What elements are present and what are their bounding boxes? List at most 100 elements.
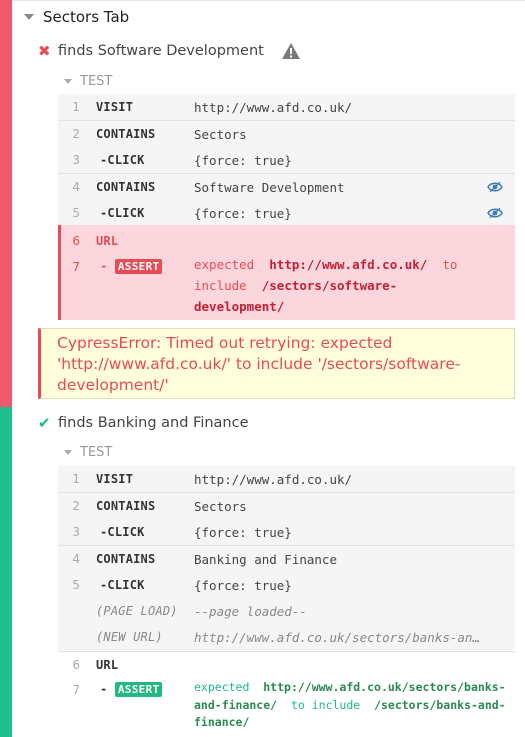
command-name: -CLICK bbox=[100, 153, 145, 167]
top-border bbox=[0, 0, 525, 1]
command-number: 5 bbox=[72, 206, 80, 220]
command-name: CONTAINS bbox=[96, 499, 156, 513]
command-row[interactable]: 1 VISIT http://www.afd.co.uk/ bbox=[58, 466, 515, 492]
caret-down-icon bbox=[64, 78, 72, 84]
assert-text: to include bbox=[290, 697, 361, 712]
assert-text: include bbox=[194, 278, 247, 293]
command-row[interactable]: 6 URL bbox=[58, 651, 515, 678]
command-row[interactable]: 5 -CLICK {force: true} bbox=[58, 572, 515, 598]
command-message: {force: true} bbox=[194, 578, 292, 593]
test-title-failed[interactable]: ✖ finds Software Development bbox=[38, 41, 301, 61]
command-name: (PAGE LOAD) bbox=[96, 604, 178, 618]
test-section-header[interactable]: TEST bbox=[64, 444, 112, 460]
command-name: - ASSERT bbox=[100, 259, 163, 274]
command-message: --page loaded-- bbox=[194, 604, 307, 619]
command-row[interactable]: 2 CONTAINS Sectors bbox=[58, 492, 515, 519]
command-row-new-url[interactable]: (NEW URL) http://www.afd.co.uk/sectors/b… bbox=[58, 624, 515, 650]
command-name: VISIT bbox=[96, 100, 134, 114]
command-prefix: - bbox=[100, 259, 108, 273]
failed-state-stripe bbox=[0, 0, 12, 407]
command-number: 7 bbox=[72, 683, 80, 697]
warning-icon bbox=[281, 43, 300, 59]
assert-message: expected http://www.afd.co.uk/ to includ… bbox=[194, 254, 457, 317]
assert-badge: ASSERT bbox=[114, 259, 163, 274]
command-number: 2 bbox=[72, 499, 80, 513]
test-title-passed[interactable]: ✔ finds Banking and Finance bbox=[38, 413, 249, 433]
command-row[interactable]: 4 CONTAINS Software Development bbox=[58, 173, 515, 200]
command-row[interactable]: 3 -CLICK {force: true} bbox=[58, 519, 515, 545]
assert-value: /sectors/software- bbox=[261, 278, 398, 293]
assert-value: http://www.afd.co.uk/ bbox=[269, 257, 428, 272]
eye-icon[interactable] bbox=[487, 181, 503, 193]
command-number: 6 bbox=[72, 658, 80, 672]
assert-text: expected bbox=[194, 257, 255, 272]
test-title-text: finds Software Development bbox=[58, 43, 264, 59]
assert-value: development/ bbox=[194, 299, 285, 314]
command-row[interactable]: 6 URL bbox=[58, 228, 515, 254]
command-number: 5 bbox=[72, 578, 80, 592]
command-name: (NEW URL) bbox=[96, 630, 163, 644]
command-number: 6 bbox=[72, 234, 80, 248]
assert-value: and-finance/ bbox=[194, 697, 278, 712]
assert-text: expected bbox=[194, 680, 250, 694]
command-name: -CLICK bbox=[100, 206, 145, 220]
assert-value: /sectors/banks-and- bbox=[374, 697, 506, 712]
command-message: {force: true} bbox=[194, 525, 292, 540]
error-text: CypressError: Timed out retrying: expect… bbox=[57, 334, 461, 394]
command-name: CONTAINS bbox=[96, 127, 156, 141]
command-message: Software Development bbox=[194, 180, 345, 195]
command-message: Banking and Finance bbox=[194, 552, 337, 567]
assert-badge: ASSERT bbox=[114, 682, 163, 697]
command-row-assert[interactable]: 7 - ASSERT expected http://www.afd.co.uk… bbox=[58, 254, 515, 314]
failed-command-group[interactable]: 6 URL 7 - ASSERT expected http://www.afd… bbox=[58, 225, 515, 320]
command-name: CONTAINS bbox=[96, 552, 156, 566]
command-message: http://www.afd.co.uk/sectors/banks-an… bbox=[194, 630, 480, 645]
test-section-label: TEST bbox=[80, 73, 113, 89]
command-number: 3 bbox=[72, 525, 80, 539]
suite-title: Sectors Tab bbox=[43, 8, 130, 26]
command-message: http://www.afd.co.uk/ bbox=[194, 472, 353, 487]
assert-message: expected http://www.afd.co.uk/sectors/ba… bbox=[194, 679, 506, 732]
command-message: {force: true} bbox=[194, 153, 292, 168]
check-icon: ✔ bbox=[38, 414, 51, 432]
command-name: URL bbox=[96, 658, 119, 672]
assert-value: http://www.afd.co.uk/sectors/banks- bbox=[263, 680, 506, 694]
test-section-label: TEST bbox=[80, 444, 113, 460]
command-row[interactable]: 5 -CLICK {force: true} bbox=[58, 200, 515, 226]
command-name: -CLICK bbox=[100, 578, 145, 592]
command-message: Sectors bbox=[194, 127, 247, 142]
test-section-header[interactable]: TEST bbox=[64, 73, 112, 89]
command-name: -CLICK bbox=[100, 525, 145, 539]
command-message: http://www.afd.co.uk/ bbox=[194, 100, 353, 115]
command-number: 7 bbox=[72, 260, 80, 274]
assert-value: finance/ bbox=[194, 715, 250, 729]
command-row[interactable]: 3 -CLICK {force: true} bbox=[58, 147, 515, 173]
assert-text: to bbox=[442, 257, 458, 272]
command-name: URL bbox=[96, 234, 119, 248]
command-message: Sectors bbox=[194, 499, 247, 514]
command-number: 4 bbox=[72, 552, 80, 566]
command-row-page-load[interactable]: (PAGE LOAD) --page loaded-- bbox=[58, 598, 515, 624]
suite-header[interactable]: Sectors Tab bbox=[24, 6, 129, 28]
error-message[interactable]: CypressError: Timed out retrying: expect… bbox=[38, 328, 515, 399]
command-row[interactable]: 2 CONTAINS Sectors bbox=[58, 120, 515, 147]
command-row[interactable]: 4 CONTAINS Banking and Finance bbox=[58, 545, 515, 572]
x-icon: ✖ bbox=[38, 42, 51, 60]
passed-state-stripe bbox=[0, 407, 12, 737]
command-prefix: - bbox=[100, 682, 108, 696]
command-number: 3 bbox=[72, 153, 80, 167]
command-name: CONTAINS bbox=[96, 180, 156, 194]
test-title-text: finds Banking and Finance bbox=[58, 415, 249, 431]
command-number: 4 bbox=[72, 180, 80, 194]
caret-down-icon bbox=[24, 14, 34, 20]
command-name: VISIT bbox=[96, 472, 134, 486]
command-number: 1 bbox=[72, 100, 80, 114]
command-row[interactable]: 1 VISIT http://www.afd.co.uk/ bbox=[58, 94, 515, 120]
command-number: 1 bbox=[72, 472, 80, 486]
command-row-assert[interactable]: 7 - ASSERT expected http://www.afd.co.uk… bbox=[58, 677, 515, 735]
caret-down-icon bbox=[64, 449, 72, 455]
eye-icon[interactable] bbox=[487, 207, 503, 219]
command-message: {force: true} bbox=[194, 206, 292, 221]
command-name: - ASSERT bbox=[100, 682, 163, 697]
command-number: 2 bbox=[72, 127, 80, 141]
